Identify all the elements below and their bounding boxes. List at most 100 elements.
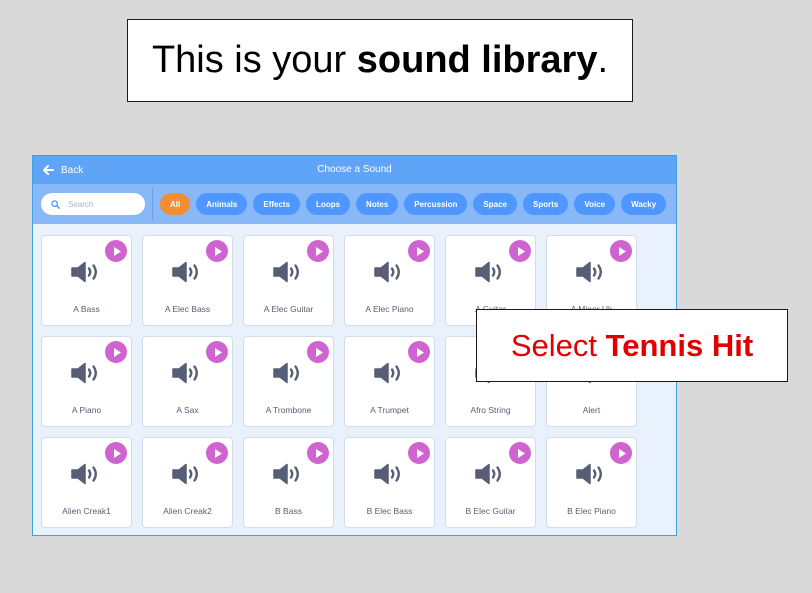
play-button[interactable] [307, 240, 329, 262]
play-icon [415, 347, 425, 358]
play-icon [516, 448, 526, 459]
arrow-left-icon [43, 165, 54, 175]
play-button[interactable] [408, 442, 430, 464]
sound-library-callout: This is your sound library. [127, 19, 633, 102]
play-icon [112, 448, 122, 459]
tag-space[interactable]: Space [473, 193, 517, 215]
play-button[interactable] [307, 442, 329, 464]
play-icon [112, 347, 122, 358]
tag-all[interactable]: All [160, 193, 191, 215]
speaker-icon [171, 462, 203, 491]
tag-effects[interactable]: Effects [253, 193, 301, 215]
sound-tile[interactable]: A Bass [41, 235, 132, 326]
play-button[interactable] [610, 240, 632, 262]
sound-name: Alert [582, 405, 601, 415]
play-icon [415, 246, 425, 257]
sound-tile[interactable]: A Elec Bass [142, 235, 233, 326]
sound-name: A Bass [73, 304, 100, 314]
play-icon [314, 246, 324, 257]
play-icon [415, 448, 425, 459]
sound-name: A Elec Guitar [263, 304, 314, 314]
search-icon [51, 199, 60, 209]
search-box[interactable] [41, 193, 145, 215]
play-button[interactable] [509, 442, 531, 464]
play-button[interactable] [105, 341, 127, 363]
speaker-icon [70, 361, 102, 390]
callout-prefix: This is your [151, 39, 357, 81]
callout-suffix: . [597, 39, 609, 81]
category-tags: All Animals Effects Loops Notes Percussion Spa… [160, 193, 667, 215]
sound-name: B Elec Guitar [465, 506, 516, 516]
speaker-icon [70, 462, 102, 491]
sound-tile[interactable]: A Piano [41, 336, 132, 427]
speaker-icon [272, 260, 304, 289]
play-icon [617, 448, 627, 459]
speaker-icon [373, 462, 405, 491]
speaker-icon [575, 260, 607, 289]
modal-title: Choose a Sound [317, 164, 392, 175]
filter-bar: AllAnimalsEffectsLoopsNotesPercussionSpa… [33, 184, 676, 224]
speaker-icon [575, 462, 607, 491]
tip-bold: Tennis Hit [605, 327, 754, 363]
sound-tile[interactable]: A Trombone [243, 336, 334, 427]
play-icon [617, 246, 627, 257]
sound-name: A Trombone [265, 405, 312, 415]
tag-wacky[interactable]: Wacky [621, 193, 667, 215]
tag-animals[interactable]: Animals [196, 193, 248, 215]
sound-tile[interactable]: Alien Creak2 [142, 437, 233, 528]
search-input[interactable] [68, 199, 134, 209]
play-button[interactable] [206, 442, 228, 464]
sound-tile[interactable]: A Sax [142, 336, 233, 427]
sound-tile[interactable]: A Elec Piano [344, 235, 435, 326]
sound-name: B Bass [275, 506, 302, 516]
play-button[interactable] [408, 240, 430, 262]
sound-name: B Elec Piano [567, 506, 616, 516]
play-icon [516, 246, 526, 257]
speaker-icon [171, 260, 203, 289]
sound-name: Afro String [470, 405, 511, 415]
tip-prefix: Select [510, 327, 606, 363]
sound-name: B Elec Bass [366, 506, 413, 516]
sound-tile[interactable]: B Elec Guitar [445, 437, 536, 528]
tag-voice[interactable]: Voice [574, 193, 616, 215]
tag-notes[interactable]: Notes [356, 193, 399, 215]
back-label: Back [61, 164, 84, 176]
callout-bold: sound library [356, 39, 598, 81]
play-button[interactable] [610, 442, 632, 464]
sound-name: A Elec Piano [365, 304, 414, 314]
sound-name: Alien Creak2 [163, 506, 212, 516]
speaker-icon [272, 462, 304, 491]
play-icon [213, 246, 223, 257]
speaker-icon [474, 462, 506, 491]
play-icon [213, 448, 223, 459]
sound-name: Alien Creak1 [62, 506, 111, 516]
sound-tile[interactable]: B Elec Bass [344, 437, 435, 528]
sound-tile[interactable]: A Elec Guitar [243, 235, 334, 326]
speaker-icon [70, 260, 102, 289]
play-button[interactable] [105, 240, 127, 262]
sound-tile[interactable]: Alien Creak1 [41, 437, 132, 528]
tag-sports[interactable]: Sports [523, 193, 569, 215]
speaker-icon [171, 361, 203, 390]
sound-tile[interactable]: B Bass [243, 437, 334, 528]
sound-tile[interactable]: B Elec Piano [546, 437, 637, 528]
play-button[interactable] [408, 341, 430, 363]
play-button[interactable] [307, 341, 329, 363]
tag-percussion[interactable]: Percussion [404, 193, 468, 215]
select-tennis-hit-callout: Select Tennis Hit [476, 309, 788, 382]
play-button[interactable] [105, 442, 127, 464]
speaker-icon [373, 260, 405, 289]
speaker-icon [474, 260, 506, 289]
tag-loops[interactable]: Loops [306, 193, 351, 215]
play-button[interactable] [509, 240, 531, 262]
play-icon [314, 347, 324, 358]
sound-name: A Piano [71, 405, 102, 415]
play-icon [314, 448, 324, 459]
sound-tile[interactable]: A Trumpet [344, 336, 435, 427]
speaker-icon [373, 361, 405, 390]
play-button[interactable] [206, 341, 228, 363]
filter-divider [152, 188, 153, 220]
sound-name: A Sax [176, 405, 199, 415]
play-button[interactable] [206, 240, 228, 262]
back-button[interactable]: Back [43, 156, 83, 184]
